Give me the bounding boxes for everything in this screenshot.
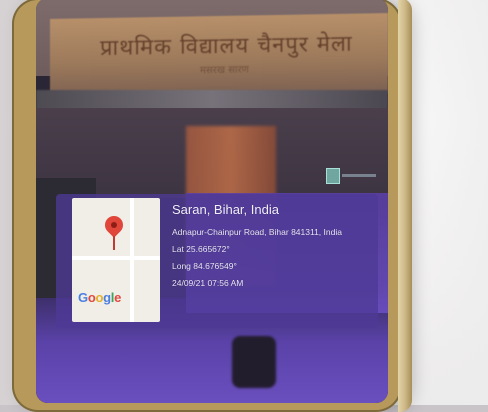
address-line: Adnapur-Chainpur Road, Bihar 841311, Ind… (172, 227, 342, 237)
geotag-text: Saran, Bihar, India Adnapur-Chainpur Roa… (172, 202, 382, 295)
school-signboard: प्राथमिक विद्यालय चैनपुर मेला मसरख सारण (50, 13, 388, 99)
longitude-line: Long 84.676549° (172, 261, 237, 271)
signboard-text: प्राथमिक विद्यालय चैनपुर मेला (100, 31, 353, 62)
phone-screen: प्राथमिक विद्यालय चैनपुर मेला मसरख सारण … (36, 0, 388, 403)
google-logo: Google (78, 290, 122, 305)
latitude-line: Lat 25.665672° (172, 244, 230, 254)
map-pin-stem (113, 236, 115, 250)
phone-device: प्राथमिक विद्यालय चैनपुर मेला मसरख सारण … (12, 0, 412, 412)
datetime-line: 24/09/21 07:56 AM (172, 278, 244, 288)
signboard-subtext: मसरख सारण (200, 64, 249, 77)
gps-app-icon (326, 168, 340, 184)
map-road (72, 256, 160, 260)
place-title: Saran, Bihar, India (172, 202, 279, 217)
map-pin-icon (101, 212, 127, 238)
dark-object (232, 336, 276, 388)
map-road (130, 198, 134, 322)
gps-app-bar (342, 174, 376, 177)
map-thumbnail: Google (72, 198, 160, 322)
